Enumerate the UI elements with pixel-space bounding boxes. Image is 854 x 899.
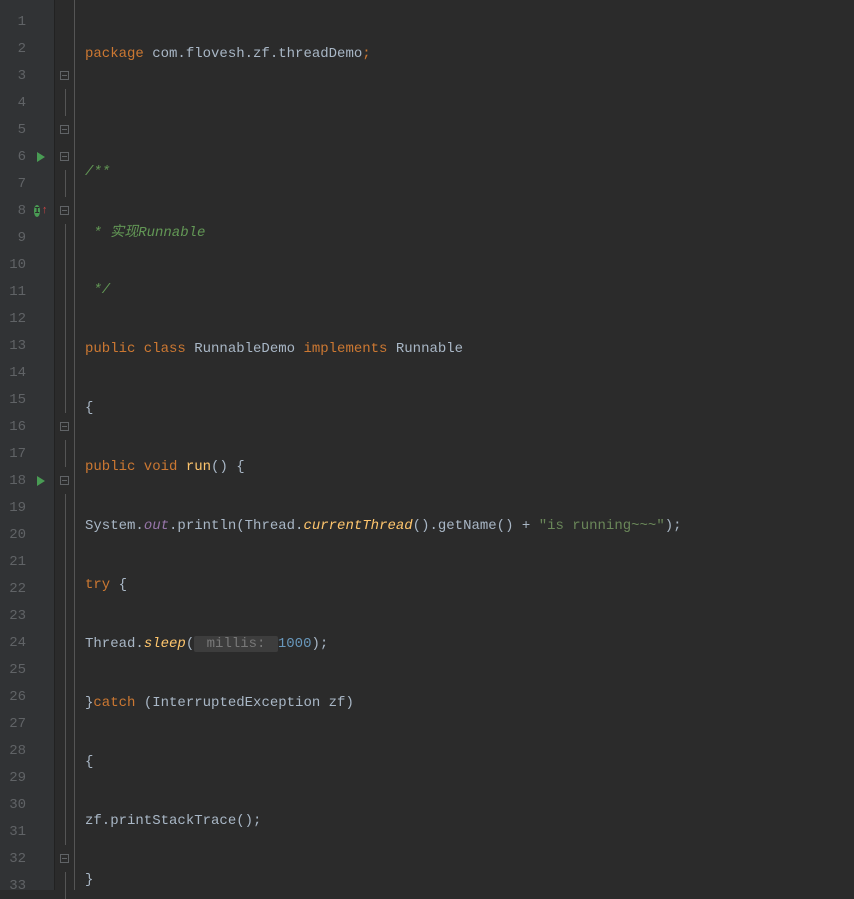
line-number: 18 — [4, 473, 34, 489]
code-line[interactable]: public class RunnableDemo implements Run… — [85, 335, 854, 362]
line-number: 13 — [4, 338, 34, 354]
fold-toggle-icon[interactable] — [60, 422, 69, 431]
line-number: 5 — [4, 122, 34, 138]
line-number: 11 — [4, 284, 34, 300]
run-gutter-icon[interactable] — [34, 474, 48, 488]
line-number: 23 — [4, 608, 34, 624]
code-editor: 1 2 3 4 5 6 7 8I↑ 9 10 11 12 13 14 15 16… — [0, 0, 854, 890]
code-area[interactable]: package com.flovesh.zf.threadDemo; /** *… — [75, 0, 854, 890]
override-icon: I — [34, 205, 40, 217]
code-line[interactable]: /** — [85, 158, 854, 185]
line-number: 6 — [4, 149, 34, 165]
line-number: 4 — [4, 95, 34, 111]
line-number: 32 — [4, 851, 34, 867]
code-line[interactable]: */ — [85, 276, 854, 303]
fold-toggle-icon[interactable] — [60, 854, 69, 863]
line-number: 15 — [4, 392, 34, 408]
line-number: 2 — [4, 41, 34, 57]
line-number: 31 — [4, 824, 34, 840]
fold-toggle-icon[interactable] — [60, 152, 69, 161]
line-number: 19 — [4, 500, 34, 516]
line-number: 9 — [4, 230, 34, 246]
code-line[interactable]: System.out.println(Thread.currentThread(… — [85, 512, 854, 539]
code-line[interactable]: zf.printStackTrace(); — [85, 807, 854, 834]
line-number: 21 — [4, 554, 34, 570]
line-number: 26 — [4, 689, 34, 705]
parameter-hint: millis: — [194, 636, 278, 652]
line-number: 33 — [4, 878, 34, 894]
code-line[interactable]: public void run() { — [85, 453, 854, 480]
line-number: 25 — [4, 662, 34, 678]
line-number: 30 — [4, 797, 34, 813]
line-number: 24 — [4, 635, 34, 651]
line-number: 1 — [4, 14, 34, 30]
code-line[interactable]: try { — [85, 571, 854, 598]
fold-toggle-icon[interactable] — [60, 206, 69, 215]
code-line[interactable]: * 实现Runnable — [85, 217, 854, 244]
line-number: 7 — [4, 176, 34, 192]
line-gutter: 1 2 3 4 5 6 7 8I↑ 9 10 11 12 13 14 15 16… — [0, 0, 55, 890]
line-number: 27 — [4, 716, 34, 732]
line-number: 10 — [4, 257, 34, 273]
line-number: 12 — [4, 311, 34, 327]
play-icon — [37, 152, 45, 162]
line-number: 29 — [4, 770, 34, 786]
code-line[interactable] — [85, 99, 854, 126]
line-number: 17 — [4, 446, 34, 462]
play-icon — [37, 476, 45, 486]
run-gutter-icon[interactable] — [34, 150, 48, 164]
override-gutter-icon[interactable]: I↑ — [34, 204, 48, 218]
code-line[interactable]: { — [85, 394, 854, 421]
line-number: 8 — [4, 203, 34, 219]
fold-column — [55, 0, 75, 890]
line-number: 3 — [4, 68, 34, 84]
code-line[interactable]: { — [85, 748, 854, 775]
line-number: 20 — [4, 527, 34, 543]
code-line[interactable]: Thread.sleep( millis: 1000); — [85, 630, 854, 657]
line-number: 28 — [4, 743, 34, 759]
fold-toggle-icon[interactable] — [60, 476, 69, 485]
code-line[interactable]: }catch (InterruptedException zf) — [85, 689, 854, 716]
up-arrow-icon: ↑ — [41, 205, 48, 217]
fold-toggle-icon[interactable] — [60, 125, 69, 134]
line-number: 16 — [4, 419, 34, 435]
code-line[interactable]: package com.flovesh.zf.threadDemo; — [85, 40, 854, 67]
line-number: 14 — [4, 365, 34, 381]
code-line[interactable]: } — [85, 866, 854, 890]
line-number: 22 — [4, 581, 34, 597]
fold-toggle-icon[interactable] — [60, 71, 69, 80]
